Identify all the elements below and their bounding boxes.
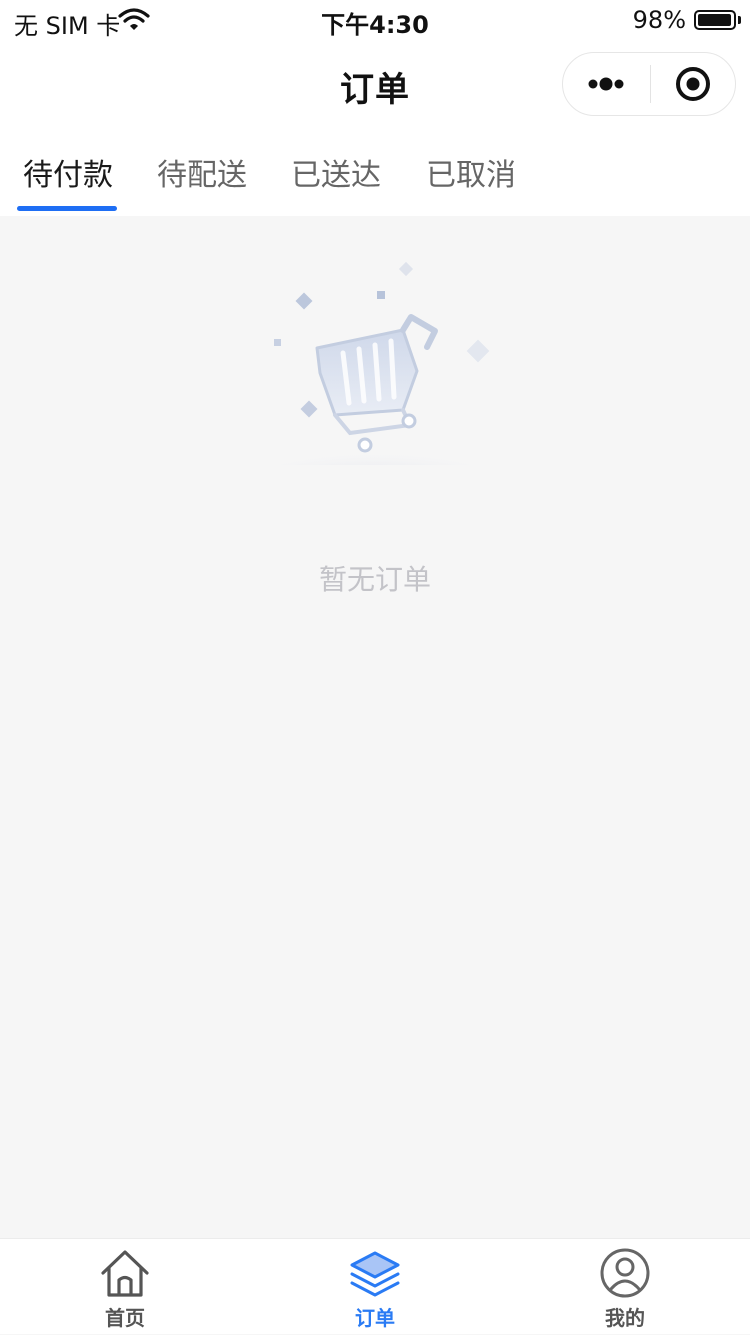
tab-delivered[interactable]: 已送达 bbox=[291, 150, 381, 194]
tab-pending-delivery[interactable]: 待配送 bbox=[157, 150, 247, 194]
home-icon bbox=[101, 1250, 149, 1297]
mini-program-capsule bbox=[562, 52, 736, 116]
capsule-divider bbox=[650, 65, 651, 103]
tab-pending-payment[interactable]: 待付款 bbox=[23, 150, 113, 194]
more-dots-icon bbox=[588, 77, 624, 91]
target-circle-icon bbox=[676, 67, 710, 101]
battery-tip bbox=[738, 16, 741, 24]
empty-state-text: 暂无订单 bbox=[318, 563, 431, 596]
battery-percentage: 98% bbox=[632, 6, 686, 34]
order-status-tabs: 待付款 待配送 已送达 已取消 bbox=[0, 128, 750, 216]
layers-icon bbox=[350, 1251, 400, 1297]
active-tab-indicator bbox=[17, 206, 117, 211]
tab-cancelled[interactable]: 已取消 bbox=[426, 150, 516, 194]
more-options-button[interactable] bbox=[579, 53, 651, 115]
shopping-cart-icon bbox=[225, 261, 525, 510]
bottom-tab-bar: 首页 订单 我的 bbox=[0, 1238, 750, 1334]
user-icon bbox=[600, 1248, 650, 1298]
tabbar-label-orders: 订单 bbox=[355, 1306, 395, 1330]
tabbar-item-home[interactable]: 首页 bbox=[0, 1239, 250, 1335]
close-mini-program-button[interactable] bbox=[653, 53, 735, 115]
tabbar-item-orders[interactable]: 订单 bbox=[250, 1239, 500, 1335]
nav-bar: 订单 bbox=[0, 44, 750, 128]
battery-icon bbox=[694, 10, 736, 30]
status-bar: 无 SIM 卡 下午4:30 98% bbox=[0, 0, 750, 44]
tabbar-item-profile[interactable]: 我的 bbox=[500, 1239, 750, 1335]
tabbar-label-profile: 我的 bbox=[605, 1306, 645, 1330]
empty-cart-illustration bbox=[225, 255, 525, 510]
tabbar-label-home: 首页 bbox=[105, 1306, 145, 1330]
